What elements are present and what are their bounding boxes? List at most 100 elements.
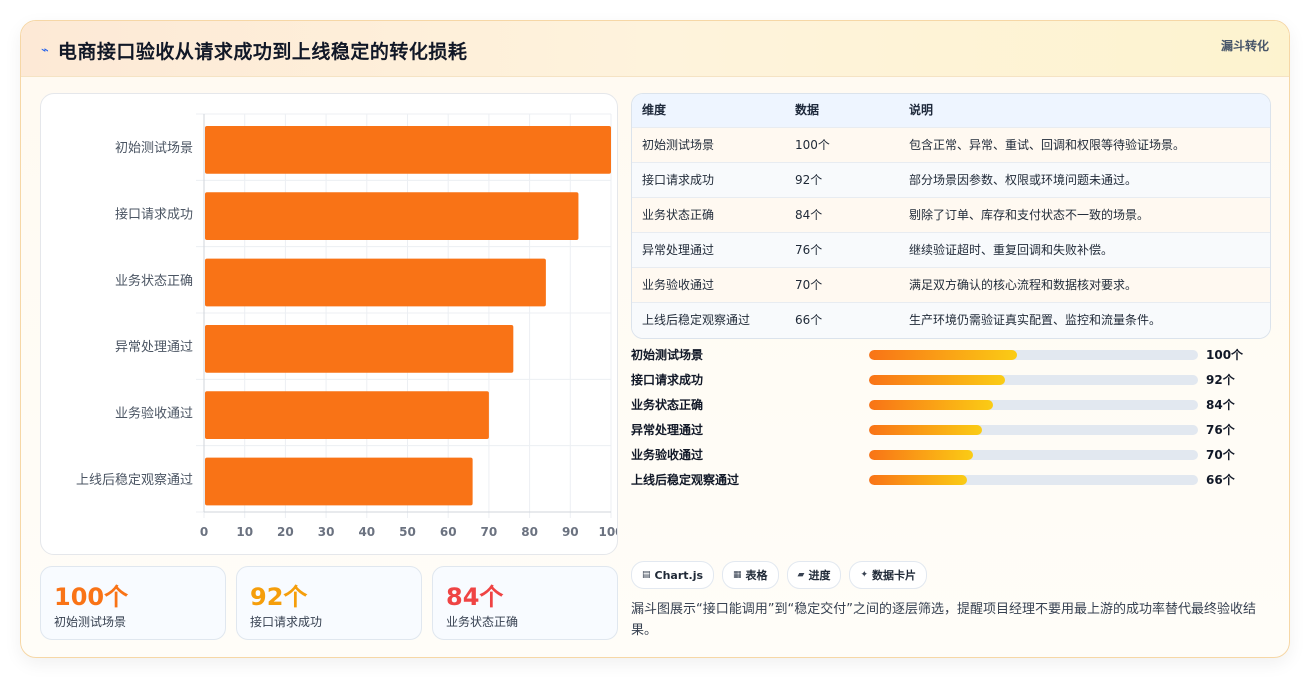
progress-track — [869, 400, 1198, 410]
chip-data-cards[interactable]: ✦ 数据卡片 — [849, 561, 928, 589]
progress-fill — [869, 425, 982, 435]
table-cell: 剔除了订单、库存和支付状态不一致的场景。 — [909, 208, 1150, 222]
progress-fill — [869, 350, 1018, 360]
x-tick-label: 80 — [521, 525, 538, 539]
progress-fill — [869, 400, 994, 410]
progress-value: 100个 — [1206, 348, 1244, 362]
report-card: ⌁ 电商接口验收从请求成功到上线稳定的转化损耗 漏斗转化 初始测试场景 接口请求成… — [20, 20, 1290, 658]
x-tick-label: 10 — [236, 525, 253, 539]
progress-label: 业务验收通过 — [631, 448, 704, 462]
stat-card-initial: 100个 初始测试场景 — [40, 566, 226, 640]
stat-label: 初始测试场景 — [54, 615, 127, 629]
chip-label: 表格 — [745, 569, 768, 582]
table-icon: ▦ — [733, 570, 742, 580]
card-header: ⌁ 电商接口验收从请求成功到上线稳定的转化损耗 漏斗转化 — [21, 21, 1289, 77]
y-tick-label: 异常处理通过 — [115, 340, 193, 355]
x-tick-label: 0 — [200, 525, 208, 539]
chip-progress[interactable]: ▰ 进度 — [786, 561, 842, 589]
x-tick-label: 40 — [358, 525, 375, 539]
table-cell: 初始测试场景 — [642, 138, 715, 152]
progress-row: 异常处理通过 76个 — [631, 420, 1271, 440]
y-tick-label: 接口请求成功 — [115, 207, 193, 223]
table-row: 初始测试场景 100个 包含正常、异常、重试、回调和权限等待验证场景。 — [632, 127, 1270, 163]
stat-value: 100个 — [54, 583, 129, 611]
stat-card-request-success: 92个 接口请求成功 — [236, 566, 422, 640]
progress-track — [869, 475, 1198, 485]
column-header-note: 说明 — [909, 103, 934, 117]
progress-value: 84个 — [1206, 398, 1235, 412]
progress-value: 92个 — [1206, 373, 1235, 387]
table-row: 接口请求成功 92个 部分场景因参数、权限或环境问题未通过。 — [632, 162, 1270, 198]
feature-chips: ▤ Chart.js ▦ 表格 ▰ 进度 ✦ 数据卡片 — [631, 561, 935, 589]
bar — [205, 125, 611, 174]
progress-fill — [869, 375, 1006, 385]
table-cell: 异常处理通过 — [642, 243, 715, 257]
progress-row: 上线后稳定观察通过 66个 — [631, 470, 1271, 490]
x-tick-label: 50 — [399, 525, 416, 539]
table-cell: 76个 — [795, 243, 823, 257]
x-tick-label: 90 — [562, 525, 579, 539]
table-cell: 继续验证超时、重复回调和失败补偿。 — [909, 243, 1114, 257]
table-row: 异常处理通过 76个 继续验证超时、重复回调和失败补偿。 — [632, 232, 1270, 268]
data-table: 维度 数据 说明 初始测试场景 100个 包含正常、异常、重试、回调和权限等待验… — [631, 93, 1271, 339]
progress-label: 业务状态正确 — [631, 398, 704, 412]
y-tick-label: 上线后稳定观察通过 — [76, 472, 193, 488]
table-cell: 接口请求成功 — [642, 173, 715, 187]
progress-label: 接口请求成功 — [631, 373, 704, 387]
table-cell: 生产环境仍需验证真实配置、监控和流量条件。 — [909, 313, 1162, 327]
table-cell: 业务状态正确 — [642, 208, 715, 222]
funnel-bar-chart: 初始测试场景 接口请求成功 业务状态正确 异常处理通过 业务验收通过 上线后稳定观察通过 0… — [40, 93, 618, 555]
progress-track — [869, 375, 1198, 385]
progress-row: 业务状态正确 84个 — [631, 395, 1271, 415]
chip-chartjs[interactable]: ▤ Chart.js — [631, 561, 715, 589]
table-row: 业务状态正确 84个 剔除了订单、库存和支付状态不一致的场景。 — [632, 197, 1270, 233]
column-header-data: 数据 — [795, 103, 820, 117]
y-tick-label: 业务验收通过 — [115, 406, 193, 422]
title-wrap: ⌁ 电商接口验收从请求成功到上线稳定的转化损耗 — [41, 37, 467, 64]
table-cell: 满足双方确认的核心流程和数据核对要求。 — [909, 278, 1138, 292]
stat-label: 接口请求成功 — [250, 615, 323, 629]
chip-label: 数据卡片 — [872, 569, 917, 582]
bar — [205, 192, 579, 241]
table-cell: 包含正常、异常、重试、回调和权限等待验证场景。 — [909, 138, 1186, 152]
progress-track — [869, 350, 1198, 360]
table-header-row: 维度 数据 说明 — [632, 94, 1270, 128]
sparkle-icon: ✦ — [860, 570, 869, 580]
table-cell: 部分场景因参数、权限或环境问题未通过。 — [909, 173, 1138, 187]
x-tick-label: 70 — [481, 525, 498, 539]
table-cell: 100个 — [795, 138, 830, 152]
progress-track — [869, 425, 1198, 435]
x-tick-label: 100 — [598, 525, 617, 539]
bolt-icon: ⌁ — [41, 43, 49, 58]
stat-card-business-status: 84个 业务状态正确 — [432, 566, 618, 640]
bar — [205, 258, 546, 307]
progress-icon: ▰ — [797, 570, 805, 580]
chart-type-tag: 漏斗转化 — [1220, 39, 1269, 53]
progress-value: 66个 — [1206, 473, 1235, 487]
table-cell: 70个 — [795, 278, 823, 292]
bar — [205, 457, 473, 506]
table-cell: 92个 — [795, 173, 823, 187]
table-cell: 上线后稳定观察通过 — [642, 313, 751, 327]
progress-label: 异常处理通过 — [631, 423, 704, 437]
column-header-dimension: 维度 — [642, 103, 667, 117]
progress-row: 初始测试场景 100个 — [631, 345, 1271, 365]
table-row: 上线后稳定观察通过 66个 生产环境仍需验证真实配置、监控和流量条件。 — [632, 302, 1270, 338]
page-title: 电商接口验收从请求成功到上线稳定的转化损耗 — [57, 41, 468, 63]
stat-value: 92个 — [250, 583, 308, 611]
table-cell: 66个 — [795, 313, 823, 327]
y-tick-label: 初始测试场景 — [115, 141, 193, 156]
chip-label: 进度 — [808, 569, 831, 582]
progress-track — [869, 450, 1198, 460]
progress-value: 70个 — [1206, 448, 1235, 462]
progress-fill — [869, 475, 967, 485]
description-text: 漏斗图展示“接口能调用”到“稳定交付”之间的逐层筛选，提醒项目经理不要用最上游的… — [631, 602, 1256, 638]
table-cell: 84个 — [795, 208, 823, 222]
bar — [205, 391, 489, 440]
chip-label: Chart.js — [654, 568, 704, 582]
chip-table[interactable]: ▦ 表格 — [722, 561, 779, 589]
progress-row: 接口请求成功 92个 — [631, 370, 1271, 390]
bar — [205, 324, 514, 373]
chart-svg: 初始测试场景接口请求成功业务状态正确异常处理通过业务验收通过上线后稳定观察通过 0… — [76, 113, 617, 539]
progress-value: 76个 — [1206, 423, 1235, 437]
